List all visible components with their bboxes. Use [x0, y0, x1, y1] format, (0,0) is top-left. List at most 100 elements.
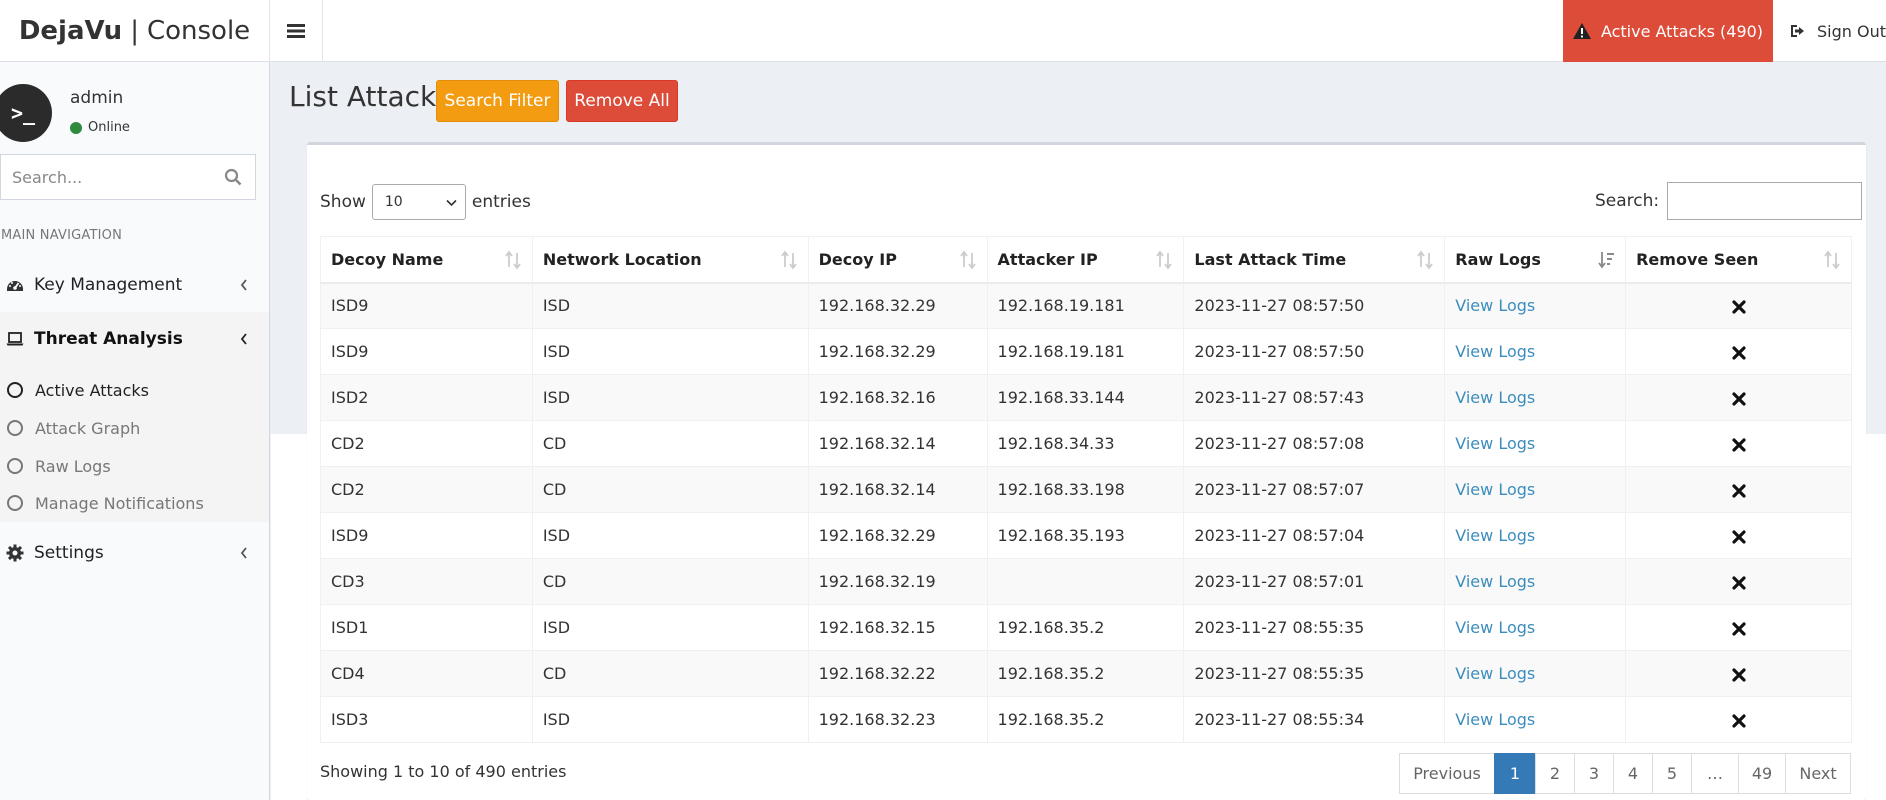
view-logs-link[interactable]: View Logs [1455, 388, 1535, 407]
cell-last-attack-time: 2023-11-27 08:57:01 [1183, 558, 1446, 605]
sidebar-search-button[interactable] [211, 155, 255, 199]
cell-attacker-ip: 192.168.33.144 [986, 374, 1185, 421]
active-attacks-button[interactable]: Active Attacks (490) [1563, 0, 1773, 62]
cell-attacker-ip: 192.168.35.193 [986, 512, 1185, 559]
table-search-label: Search: [1595, 191, 1660, 211]
cell-attacker-ip: 192.168.35.2 [986, 696, 1185, 743]
remove-seen-close-icon[interactable] [1731, 300, 1746, 314]
cell-decoy-ip: 192.168.32.22 [807, 650, 988, 697]
table-row: CD2 CD 192.168.32.14 192.168.33.198 2023-11-… [320, 466, 1852, 513]
brand-separator: | [130, 16, 139, 46]
brand-name-rest: Console [146, 16, 251, 46]
table-row: ISD9 ISD 192.168.32.29 192.168.35.193 2023-1… [320, 512, 1852, 559]
cell-last-attack-time: 2023-11-27 08:55:35 [1183, 604, 1446, 651]
sidebar-item-settings[interactable]: Settings [0, 526, 269, 580]
cell-remove-seen [1625, 650, 1852, 697]
cell-network-location: ISD [531, 282, 809, 329]
search-icon [224, 168, 242, 186]
sort-icon [959, 250, 976, 270]
column-header-last-attack-time[interactable]: Last Attack Time [1183, 236, 1446, 284]
view-logs-link[interactable]: View Logs [1455, 480, 1535, 499]
remove-seen-close-icon[interactable] [1731, 621, 1746, 636]
sort-icon [1417, 250, 1433, 270]
cell-attacker-ip: 192.168.33.198 [986, 466, 1185, 513]
cell-raw-logs: View Logs [1444, 420, 1627, 467]
entries-select[interactable]: 10 [371, 184, 466, 220]
remove-seen-close-icon[interactable] [1731, 575, 1746, 590]
sidebar-toggle-button[interactable] [270, 0, 323, 62]
cell-decoy-ip: 192.168.32.29 [807, 282, 988, 329]
pagination: Previous 1 2 3 4 5 … 49 Next [1399, 753, 1851, 794]
remove-seen-close-icon[interactable] [1731, 713, 1746, 728]
sidebar-item-threat-analysis[interactable]: Threat Analysis [0, 312, 269, 366]
brand-logo[interactable]: DejaVu | Console [0, 0, 270, 62]
pagination-previous[interactable]: Previous [1399, 753, 1495, 794]
cell-network-location: CD [531, 420, 809, 467]
remove-seen-close-icon[interactable] [1731, 667, 1746, 682]
remove-seen-close-icon[interactable] [1731, 437, 1746, 452]
remove-seen-close-icon[interactable] [1731, 345, 1746, 360]
table-row: CD3 CD 192.168.32.19 2023-11-27 08:57:01 Vie… [320, 558, 1852, 605]
cell-last-attack-time: 2023-11-27 08:57:50 [1183, 282, 1446, 329]
view-logs-link[interactable]: View Logs [1455, 296, 1535, 315]
table-search-input[interactable] [1667, 182, 1863, 220]
attacks-table: Decoy Name Network Location Decoy IP Att… [320, 236, 1852, 743]
pagination-page-4[interactable]: 4 [1613, 753, 1653, 794]
table-header-row: Decoy Name Network Location Decoy IP Att… [320, 236, 1852, 284]
cell-network-location: ISD [531, 604, 809, 651]
cell-raw-logs: View Logs [1444, 558, 1627, 605]
cell-network-location: ISD [531, 696, 809, 743]
pagination-next[interactable]: Next [1785, 753, 1851, 794]
view-logs-link[interactable]: View Logs [1455, 618, 1535, 637]
cell-attacker-ip [986, 558, 1185, 605]
search-filter-button[interactable]: Search Filter [436, 80, 559, 122]
cell-last-attack-time: 2023-11-27 08:57:50 [1183, 328, 1446, 375]
user-name: admin [70, 88, 124, 108]
remove-seen-close-icon[interactable] [1731, 483, 1746, 498]
cell-remove-seen [1625, 558, 1852, 605]
sort-icon [505, 250, 521, 270]
cell-attacker-ip: 192.168.35.2 [986, 604, 1185, 651]
column-header-network-location[interactable]: Network Location [531, 236, 809, 284]
column-header-decoy-name[interactable]: Decoy Name [320, 236, 533, 284]
column-header-attacker-ip[interactable]: Attacker IP [986, 236, 1185, 284]
view-logs-link[interactable]: View Logs [1455, 664, 1535, 683]
column-header-label: Remove Seen [1636, 249, 1759, 269]
sidebar-subitem-active-attacks[interactable]: Active Attacks [0, 372, 269, 408]
column-header-remove-seen[interactable]: Remove Seen [1625, 236, 1852, 284]
view-logs-link[interactable]: View Logs [1455, 710, 1535, 729]
sidebar-search-input[interactable] [1, 155, 211, 199]
pagination-page-1[interactable]: 1 [1494, 753, 1536, 794]
view-logs-link[interactable]: View Logs [1455, 434, 1535, 453]
sign-out-button[interactable]: Sign Out [1773, 0, 1886, 62]
remove-seen-close-icon[interactable] [1731, 391, 1746, 406]
sidebar-subitem-manage-notifications[interactable]: Manage Notifications [0, 485, 269, 521]
table-row: ISD2 ISD 192.168.32.16 192.168.33.144 2023-1… [320, 374, 1852, 421]
cell-raw-logs: View Logs [1444, 328, 1627, 375]
cell-decoy-name: ISD2 [320, 374, 533, 421]
sidebar-item-key-management[interactable]: Key Management [0, 258, 269, 312]
sidebar-subitem-raw-logs[interactable]: Raw Logs [0, 448, 269, 484]
pagination-page-3[interactable]: 3 [1574, 753, 1614, 794]
view-logs-link[interactable]: View Logs [1455, 572, 1535, 591]
cell-network-location: ISD [531, 328, 809, 375]
cell-decoy-name: ISD3 [320, 696, 533, 743]
pagination-ellipsis: … [1691, 753, 1739, 794]
cell-raw-logs: View Logs [1444, 466, 1627, 513]
view-logs-link[interactable]: View Logs [1455, 526, 1535, 545]
sidebar-subitem-attack-graph[interactable]: Attack Graph [0, 410, 269, 446]
column-header-raw-logs[interactable]: Raw Logs [1444, 236, 1627, 284]
cell-decoy-name: ISD1 [320, 604, 533, 651]
cell-decoy-ip: 192.168.32.14 [807, 420, 988, 467]
cell-remove-seen [1625, 328, 1852, 375]
view-logs-link[interactable]: View Logs [1455, 342, 1535, 361]
pagination-page-2[interactable]: 2 [1535, 753, 1575, 794]
remove-all-button[interactable]: Remove All [566, 80, 678, 122]
circle-icon [7, 382, 23, 398]
user-status-label: Online [88, 120, 130, 135]
laptop-icon [6, 330, 24, 348]
remove-seen-close-icon[interactable] [1731, 529, 1746, 544]
pagination-page-49[interactable]: 49 [1738, 753, 1786, 794]
column-header-decoy-ip[interactable]: Decoy IP [807, 236, 988, 284]
pagination-page-5[interactable]: 5 [1652, 753, 1692, 794]
